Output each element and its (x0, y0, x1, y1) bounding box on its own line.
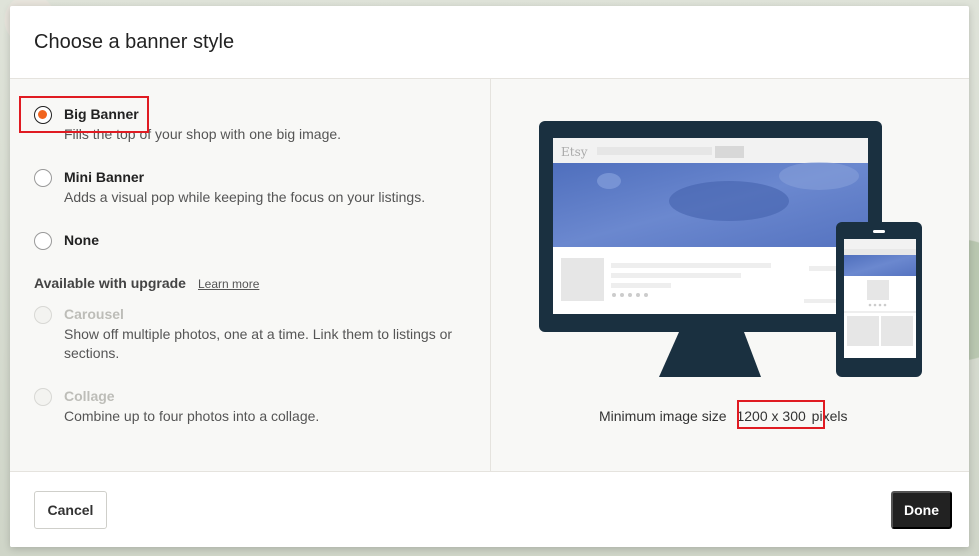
collage-label: Collage (64, 388, 115, 404)
dialog-title: Choose a banner style (34, 30, 235, 53)
preview-brand-text: Etsy (561, 145, 588, 159)
cancel-button[interactable]: Cancel (34, 491, 107, 529)
min-size-prefix: Minimum image size (599, 408, 727, 424)
dialog-body: Big Banner Fills the top of your shop wi… (10, 79, 969, 472)
banner-preview-pane: Etsy Minimum image size 1200 x 300 pixel… (490, 79, 969, 472)
upgrade-heading: Available with upgrade (34, 275, 186, 291)
carousel-label: Carousel (64, 306, 124, 322)
desktop-monitor-icon: Etsy (539, 121, 882, 377)
learn-more-link[interactable]: Learn more (198, 277, 259, 291)
collage-radio (34, 388, 52, 406)
min-size-annotation-box (737, 400, 825, 429)
dialog-header: Choose a banner style (10, 6, 969, 79)
mini-banner-radio[interactable] (34, 169, 52, 187)
banner-preview-illustration: Etsy (539, 121, 922, 377)
collage-description: Combine up to four photos into a collage… (64, 408, 320, 424)
mini-banner-label: Mini Banner (64, 169, 145, 185)
dialog-footer: Cancel Done (10, 472, 969, 547)
banner-options-pane: Big Banner Fills the top of your shop wi… (10, 79, 490, 472)
none-label: None (64, 232, 99, 248)
mobile-phone-icon (836, 222, 922, 377)
none-radio[interactable] (34, 232, 52, 250)
carousel-radio (34, 306, 52, 324)
banner-style-dialog: Choose a banner style Big Banner Fills t… (10, 6, 969, 547)
done-button[interactable]: Done (891, 491, 952, 529)
mini-banner-description: Adds a visual pop while keeping the focu… (64, 189, 426, 205)
carousel-description: Show off multiple photos, one at a time.… (64, 326, 453, 361)
big-banner-annotation-box (19, 96, 149, 133)
